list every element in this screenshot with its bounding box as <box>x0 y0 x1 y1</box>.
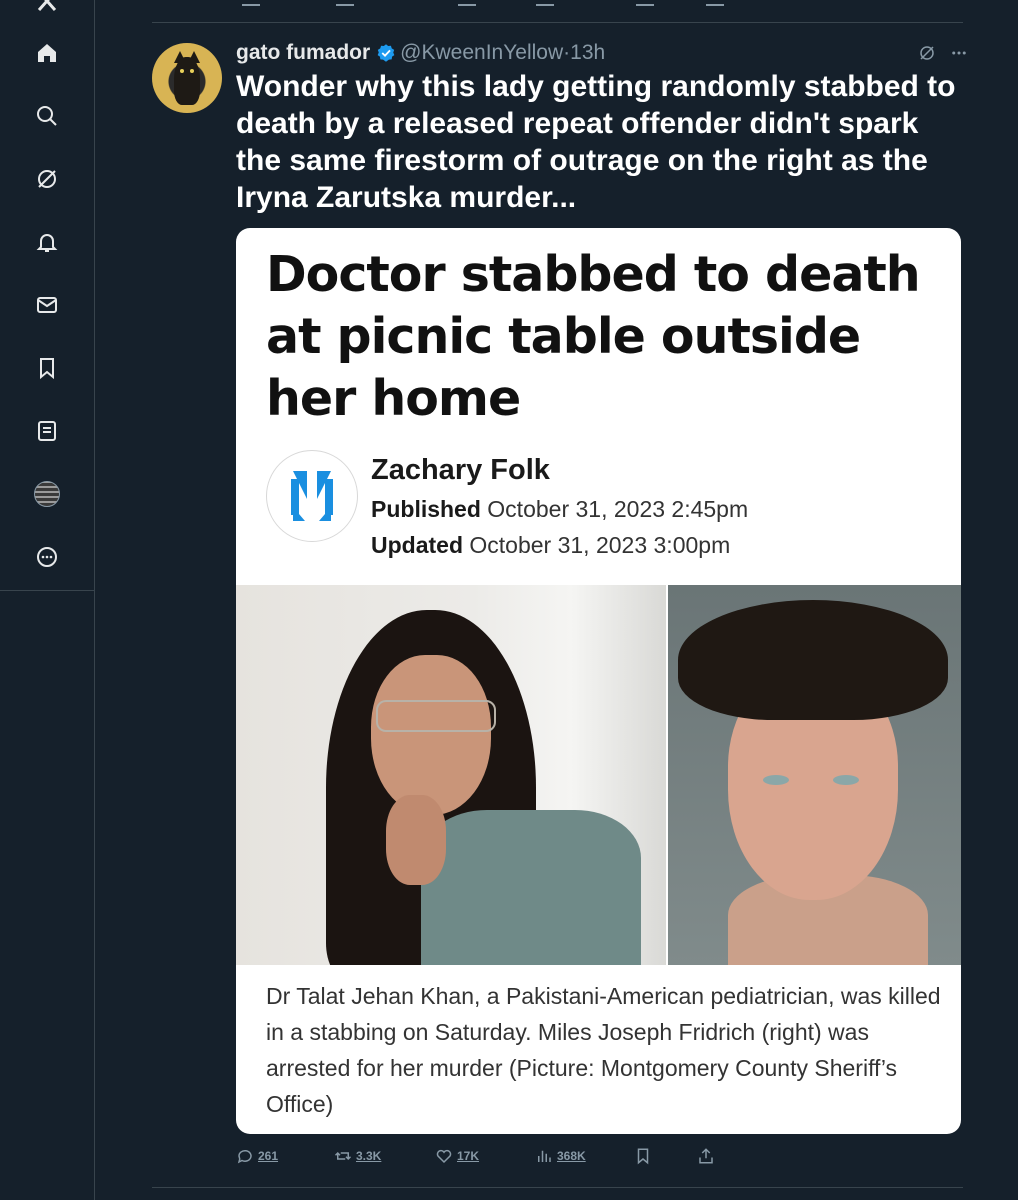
verified-badge-icon <box>377 44 395 62</box>
updated-date: October 31, 2023 3:00pm <box>469 532 731 558</box>
article-author: Zachary Folk <box>371 454 550 486</box>
search-icon[interactable] <box>22 91 72 141</box>
article-photos <box>236 585 961 965</box>
victim-photo <box>236 585 666 965</box>
notifications-icon[interactable] <box>22 217 72 267</box>
views-button[interactable]: 368K <box>535 1147 586 1165</box>
x-logo-icon[interactable] <box>22 0 72 26</box>
home-icon[interactable] <box>22 28 72 78</box>
bookmark-icon <box>637 1148 649 1165</box>
suspect-photo <box>668 585 961 965</box>
previous-tweet-actions <box>236 0 736 8</box>
author-avatar[interactable] <box>152 43 222 113</box>
author-handle[interactable]: @KweenInYellow <box>400 41 563 65</box>
bookmark-button[interactable] <box>634 1147 652 1165</box>
reply-icon <box>237 1149 252 1164</box>
grok-icon[interactable] <box>918 44 936 62</box>
reply-button[interactable]: 261 <box>236 1147 278 1165</box>
messages-icon[interactable] <box>22 280 72 330</box>
published-date: October 31, 2023 2:45pm <box>487 496 749 522</box>
view-count: 368K <box>557 1149 586 1163</box>
tweet-text: Wonder why this lady getting randomly st… <box>236 70 956 214</box>
tweet-media-image[interactable]: Doctor stabbed to death at picnic table … <box>236 228 961 1134</box>
repost-icon <box>334 1151 352 1161</box>
photo-caption: Dr Talat Jehan Khan, a Pakistani-America… <box>266 983 941 1117</box>
profile-avatar[interactable] <box>22 469 72 519</box>
repost-count: 3.3K <box>356 1149 382 1163</box>
author-name[interactable]: gato fumador <box>236 41 370 65</box>
repost-button[interactable]: 3.3K <box>334 1147 381 1165</box>
views-icon <box>538 1150 551 1162</box>
nav-divider <box>0 590 94 591</box>
published-label: Published <box>371 496 481 522</box>
share-button[interactable] <box>697 1147 715 1165</box>
avatar <box>34 481 60 507</box>
lists-icon[interactable] <box>22 406 72 456</box>
tweet-divider <box>152 22 963 23</box>
tweet-timestamp[interactable]: 13h <box>570 41 605 65</box>
more-options-icon[interactable] <box>950 44 968 62</box>
grok-icon[interactable] <box>22 154 72 204</box>
reply-count: 261 <box>258 1149 279 1163</box>
like-button[interactable]: 17K <box>435 1147 479 1165</box>
header-separator: · <box>563 41 571 64</box>
bookmarks-icon[interactable] <box>22 343 72 393</box>
like-count: 17K <box>457 1149 480 1163</box>
updated-label: Updated <box>371 532 463 558</box>
metro-logo-icon <box>266 450 358 542</box>
published-line: Published October 31, 2023 2:45pm <box>371 496 748 523</box>
tweet-actions: 261 3.3K 17K 368K <box>236 1147 726 1169</box>
more-icon[interactable] <box>22 532 72 582</box>
tweet-divider <box>152 1187 963 1188</box>
article-headline: Doctor stabbed to death at picnic table … <box>266 246 921 427</box>
tweet-header-icons <box>918 44 968 62</box>
tweet-header: gato fumador @KweenInYellow · 13h <box>236 40 605 66</box>
updated-line: Updated October 31, 2023 3:00pm <box>371 532 730 559</box>
sidebar-nav <box>0 0 95 1200</box>
share-icon <box>699 1148 713 1164</box>
heart-icon <box>436 1149 452 1164</box>
